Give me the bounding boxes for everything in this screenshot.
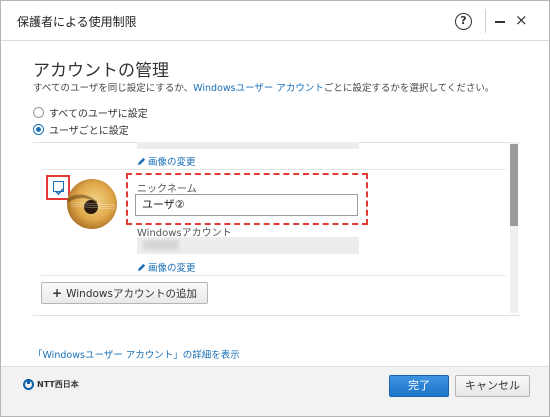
radio-all-users-button[interactable] — [33, 106, 44, 118]
done-button[interactable]: 完了 — [389, 375, 449, 397]
description-suffix: ごとに設定するかを選択してください。 — [323, 83, 495, 94]
radio-per-user-label: ユーザごとに設定 — [49, 125, 129, 137]
cancel-button[interactable]: キャンセル — [455, 375, 530, 397]
add-windows-account-button[interactable]: + Windowsアカウントの追加 — [41, 282, 208, 304]
pencil-icon — [137, 263, 146, 271]
close-icon[interactable]: × — [515, 12, 528, 29]
user-select-checkbox[interactable] — [53, 181, 64, 196]
checkmark-icon — [55, 188, 64, 196]
guitar-image-icon — [67, 179, 117, 229]
pencil-icon — [137, 157, 146, 165]
ntt-logo-text: NTT西日本 — [37, 380, 79, 389]
previous-change-image-link[interactable]: 画像の変更 — [137, 154, 196, 168]
plus-icon: + — [52, 286, 63, 300]
scrollbar-thumb[interactable] — [510, 144, 518, 226]
add-windows-account-label: Windowsアカウントの追加 — [66, 287, 197, 300]
previous-change-image-label: 画像の変更 — [148, 157, 196, 168]
radio-all-users[interactable]: すべてのユーザに設定 — [33, 105, 148, 120]
title-bar: 保護者による使用制限 ? × — [1, 1, 549, 41]
windows-user-account-link[interactable]: Windowsユーザー アカウント — [193, 83, 324, 94]
page-title: アカウントの管理 — [33, 61, 169, 81]
footer: NTT西日本 完了 キャンセル — [1, 366, 549, 416]
radio-per-user-button[interactable] — [33, 123, 44, 135]
help-icon[interactable]: ? — [455, 13, 472, 30]
parental-control-window: 保護者による使用制限 ? × アカウントの管理 すべてのユーザを同じ設定にするか… — [0, 0, 550, 417]
description-prefix: すべてのユーザを同じ設定にするか、 — [33, 83, 194, 94]
blurred-account-name — [143, 240, 179, 250]
nickname-input[interactable]: ユーザ② — [135, 194, 358, 216]
ntt-logo-icon — [23, 379, 34, 390]
row-divider — [41, 169, 506, 170]
radio-per-user[interactable]: ユーザごとに設定 — [33, 122, 129, 137]
ntt-logo: NTT西日本 — [23, 379, 79, 390]
description-text: すべてのユーザを同じ設定にするか、Windowsユーザー アカウントごとに設定す… — [33, 80, 494, 94]
windows-account-value — [137, 237, 359, 254]
previous-user-account-field — [137, 142, 359, 149]
window-title: 保護者による使用制限 — [17, 15, 137, 29]
row-divider — [41, 275, 506, 276]
radio-all-users-label: すべてのユーザに設定 — [49, 108, 148, 120]
change-image-link[interactable]: 画像の変更 — [137, 260, 196, 274]
title-separator — [485, 9, 486, 33]
windows-account-details-link[interactable]: 「Windowsユーザー アカウント」の詳細を表示 — [33, 347, 240, 361]
minimize-icon[interactable] — [495, 21, 505, 23]
change-image-label: 画像の変更 — [148, 263, 196, 274]
avatar[interactable] — [67, 179, 117, 229]
